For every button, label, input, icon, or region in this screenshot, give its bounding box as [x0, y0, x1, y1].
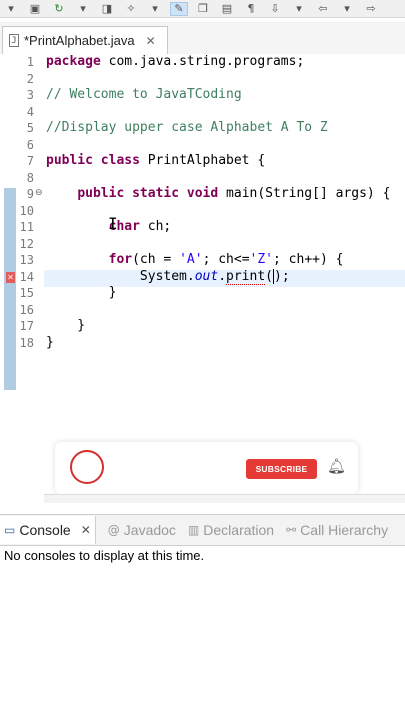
editor-tab-label: *PrintAlphabet.java — [24, 33, 135, 48]
nav-left-icon[interactable]: ⇦ — [314, 2, 332, 16]
tab-call-hierarchy[interactable]: ⚯ Call Hierarchy — [286, 522, 388, 538]
tab-console-label: Console — [19, 522, 71, 538]
pilcrow-icon[interactable]: ¶ — [242, 2, 260, 16]
code-line: 7 public class PrintAlphabet { — [26, 153, 266, 168]
bell-icon[interactable]: 🔔︎ — [327, 457, 346, 477]
hierarchy-icon: ⚯ — [286, 523, 297, 537]
code-line: 11 char ch; — [19, 219, 172, 234]
bucket-icon[interactable]: ◨ — [98, 2, 116, 16]
refresh-icon[interactable]: ↻ — [50, 2, 68, 16]
tab-javadoc-label: Javadoc — [123, 522, 176, 538]
dropdown-icon[interactable]: ▾ — [74, 2, 92, 16]
at-icon: @ — [107, 523, 120, 537]
code-text: System.out.print(); — [46, 268, 290, 285]
code-line: 12 — [19, 236, 34, 251]
code-line: 17 } — [19, 318, 86, 333]
close-icon[interactable]: ✕ — [81, 523, 91, 537]
code-line: 8 — [26, 170, 34, 185]
console-icon: ▭ — [4, 523, 16, 537]
main-toolbar: ▾ ▣ ↻ ▾ ◨ ✧ ▾ ✎ ❐ ▤ ¶ ⇩ ▾ ⇦ ▾ ⇨ — [0, 0, 405, 18]
code-line: 6 — [26, 137, 34, 152]
code-line: 10 — [19, 203, 34, 218]
tab-call-hierarchy-label: Call Hierarchy — [300, 522, 389, 538]
code-text: } — [46, 334, 54, 350]
code-line: 16 — [19, 302, 34, 317]
highlight-icon[interactable]: ✎ — [170, 1, 188, 16]
code-text: for(ch = 'A'; ch<='Z'; ch++) { — [108, 252, 344, 267]
nav-right-icon[interactable]: ⇨ — [362, 2, 380, 16]
code-line: 18} — [19, 334, 54, 350]
close-icon[interactable]: ✕ — [146, 34, 156, 48]
code-text: public class PrintAlphabet { — [46, 153, 266, 168]
declaration-icon: ▥ — [187, 523, 200, 537]
tab-javadoc[interactable]: @ Javadoc — [108, 522, 176, 538]
dropdown-icon[interactable]: ▾ — [290, 2, 308, 16]
channel-avatar[interactable] — [70, 450, 104, 484]
console-panel: No consoles to display at this time. — [0, 546, 405, 720]
text-cursor-icon: I — [108, 214, 118, 233]
dropdown-icon[interactable]: ▾ — [2, 2, 20, 16]
java-file-icon: J — [9, 34, 19, 47]
tab-declaration-label: Declaration — [203, 522, 275, 538]
code-line: 2 — [26, 71, 34, 86]
copy-icon[interactable]: ❐ — [194, 2, 212, 16]
code-text: } — [46, 318, 86, 333]
code-line: 1 package com.java.string.programs; — [26, 54, 305, 69]
editor-tab[interactable]: J *PrintAlphabet.java ✕ — [2, 26, 168, 54]
save-icon[interactable]: ▤ — [218, 2, 236, 16]
wand-icon[interactable]: ✧ — [122, 2, 140, 16]
horizontal-scrollbar[interactable] — [44, 494, 405, 503]
code-editor[interactable]: ⊖ ✕ 1 package com.java.string.programs; 2… — [0, 54, 405, 494]
bottom-panel-tabs: ▭ Console ✕ @ Javadoc ▥ Declaration ⚯ Ca… — [0, 514, 405, 546]
tab-declaration[interactable]: ▥ Declaration — [188, 522, 274, 538]
nav-down-icon[interactable]: ⇩ — [266, 2, 284, 16]
subscribe-button[interactable]: SUBSCRIBE — [246, 459, 317, 479]
code-text: } — [46, 285, 117, 300]
code-line: 9 public static void main(String[] args)… — [26, 186, 391, 201]
code-line: 15 } — [19, 285, 117, 300]
dropdown-icon[interactable]: ▾ — [338, 2, 356, 16]
dropdown-icon[interactable]: ▾ — [146, 2, 164, 16]
editor-tab-bar: J *PrintAlphabet.java ✕ — [0, 22, 405, 55]
code-line: 5//Display upper case Alphabet A To Z — [26, 120, 328, 135]
code-text: //Display upper case Alphabet A To Z — [46, 120, 328, 135]
tab-console[interactable]: ▭ Console ✕ — [0, 516, 96, 544]
code-line: 13 for(ch = 'A'; ch<='Z'; ch++) { — [19, 252, 344, 267]
console-message: No consoles to display at this time. — [4, 548, 205, 563]
code-line: 14 System.out.print(); — [19, 268, 290, 285]
code-text: // Welcome to JavaTCoding — [46, 87, 242, 102]
code-text: package com.java.string.programs; — [46, 54, 305, 69]
code-text: public static void main(String[] args) { — [77, 186, 391, 201]
package-icon[interactable]: ▣ — [26, 2, 44, 16]
code-line: 4 — [26, 104, 34, 119]
code-line: 3// Welcome to JavaTCoding — [26, 87, 242, 102]
subscribe-overlay: SUBSCRIBE 🔔︎ — [55, 442, 358, 494]
